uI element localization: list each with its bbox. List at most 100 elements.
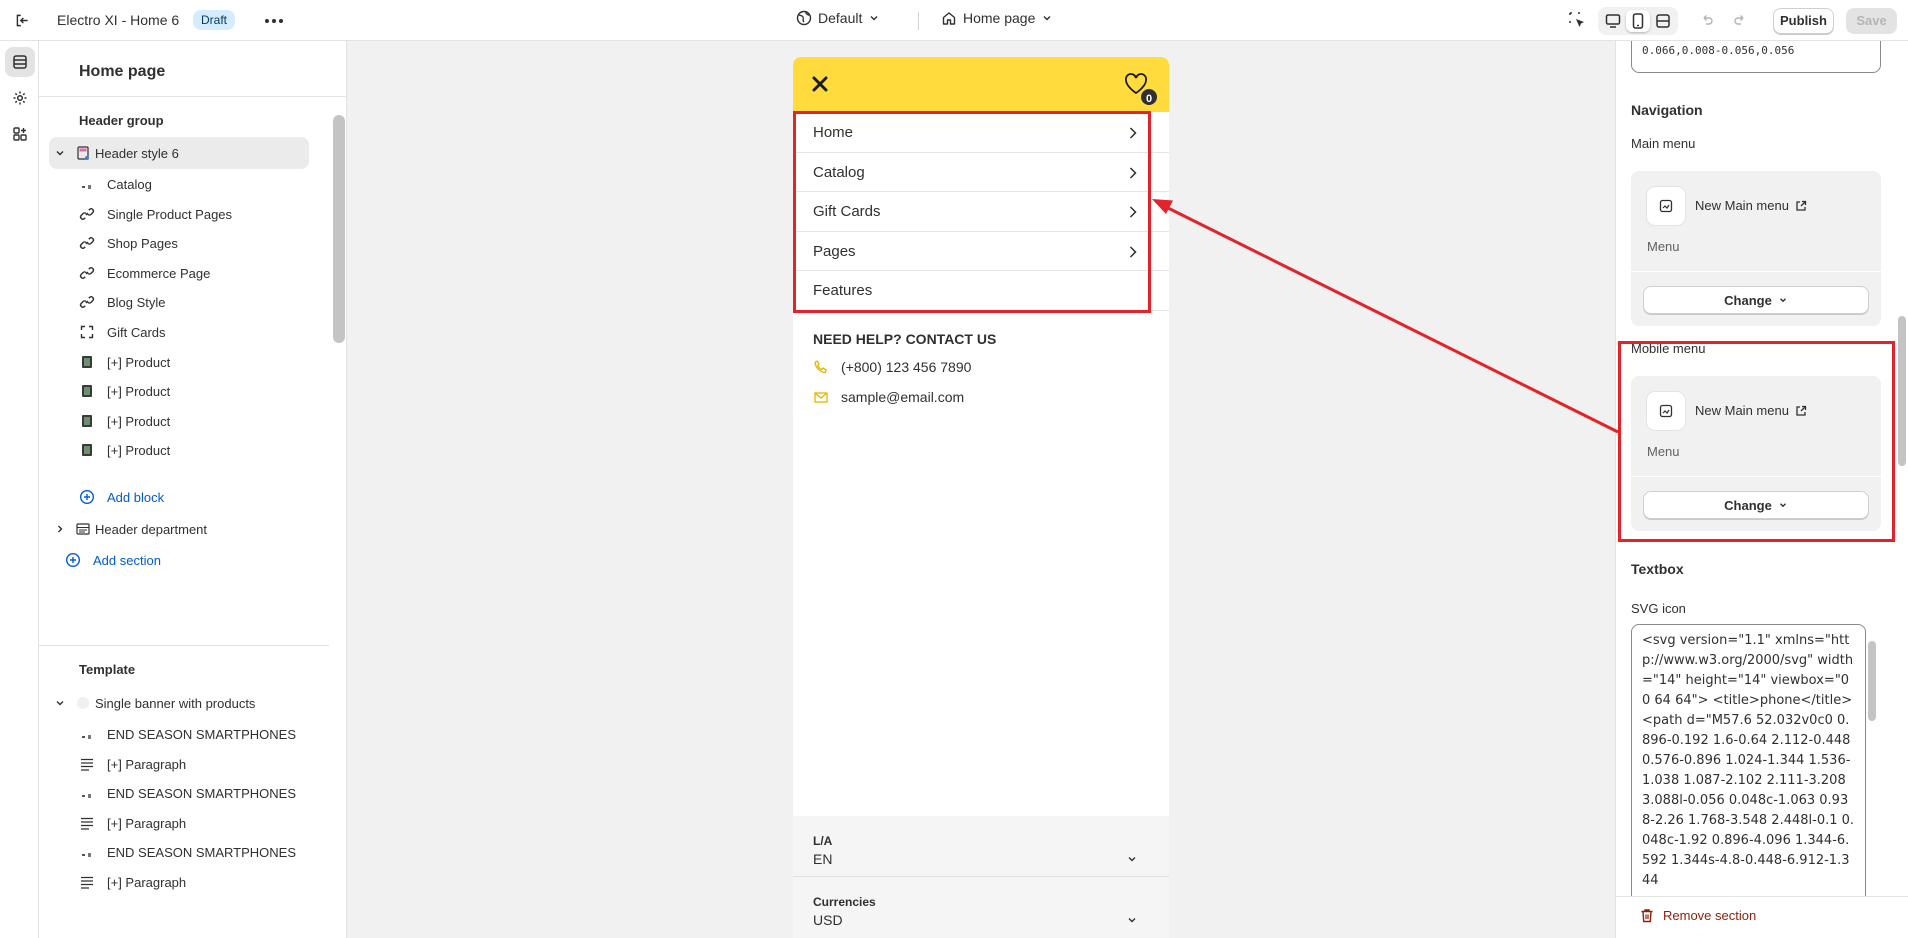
- mobile-menu-link[interactable]: New Main menu: [1695, 403, 1807, 418]
- divider: [39, 645, 329, 646]
- panel-scrollbar[interactable]: [1898, 316, 1906, 466]
- mobile-view-icon[interactable]: [1625, 10, 1650, 32]
- mobile-menu-item[interactable]: Catalog: [793, 153, 1169, 192]
- globe-icon: [796, 10, 812, 26]
- sections-icon[interactable]: [5, 47, 35, 77]
- contact-phone[interactable]: (+800) 123 456 7890: [813, 359, 971, 375]
- page-select-label: Home page: [963, 10, 1036, 26]
- chevron-right-icon[interactable]: [1127, 205, 1139, 219]
- sidebar-block-label: Gift Cards: [107, 325, 166, 340]
- page-title: Home page: [79, 63, 166, 80]
- image-thumb-icon: [79, 176, 95, 192]
- divider: [793, 876, 1169, 877]
- divider: [1631, 476, 1881, 477]
- language-select[interactable]: EN: [813, 851, 832, 867]
- mobile-menu-item[interactable]: Features: [793, 271, 1169, 311]
- drawer-header: 0: [793, 57, 1169, 112]
- sidebar-block-item[interactable]: END SEASON SMARTPHONES: [49, 777, 309, 809]
- sidebar-block-item[interactable]: Single Product Pages: [49, 198, 309, 230]
- section-header-department[interactable]: Header department: [49, 513, 309, 545]
- sidebar-block-item[interactable]: Ecommerce Page: [49, 257, 309, 289]
- section-header-style[interactable]: Header style 6: [49, 137, 309, 169]
- chevron-right-icon[interactable]: [53, 522, 67, 536]
- wishlist-count-badge: 0: [1139, 87, 1159, 107]
- save-button[interactable]: Save: [1846, 8, 1897, 34]
- mobile-menu-item-label: Gift Cards: [813, 203, 881, 220]
- paragraph-icon: [79, 815, 95, 831]
- mobile-menu-item[interactable]: Pages: [793, 232, 1169, 271]
- chevron-down-icon[interactable]: [53, 696, 67, 710]
- inspector-icon[interactable]: [1568, 11, 1586, 29]
- desktop-view-icon[interactable]: [1601, 10, 1625, 32]
- redo-icon[interactable]: [1733, 13, 1747, 27]
- sidebar-block-label: [+] Paragraph: [107, 875, 187, 890]
- add-section-button[interactable]: Add section: [49, 544, 309, 576]
- link-icon: [79, 265, 95, 281]
- sidebar-block-item[interactable]: Shop Pages: [49, 227, 309, 259]
- chevron-down-icon[interactable]: [53, 146, 67, 160]
- preview-canvas: 0 Home Catalog Gift Cards Pages Features NEE…: [347, 41, 1615, 938]
- language-label: L/A: [813, 834, 833, 848]
- code-textarea[interactable]: d="M56.514,0.712-0.054,0.065-0.066,0.008…: [1631, 41, 1881, 73]
- sidebar-block-item[interactable]: Gift Cards: [49, 316, 309, 348]
- settings-gear-icon[interactable]: [5, 83, 35, 113]
- sidebar-block-item[interactable]: [+] Product: [49, 434, 309, 466]
- sidebar-block-item[interactable]: [+] Paragraph: [49, 748, 309, 780]
- external-link-icon: [1796, 200, 1807, 211]
- sidebar-block-item[interactable]: [+] Paragraph: [49, 866, 309, 898]
- mobile-menu-item-label: Catalog: [813, 163, 865, 181]
- sidebar-block-label: Ecommerce Page: [107, 265, 211, 281]
- plus-circle-icon: [65, 552, 81, 568]
- divider: [39, 96, 346, 97]
- textarea-scrollbar[interactable]: [1868, 641, 1876, 721]
- theme-select-label: Default: [818, 10, 863, 26]
- sidebar-scrollbar-thumb[interactable]: [333, 115, 345, 343]
- more-actions-icon[interactable]: [265, 12, 285, 29]
- image-thumb-icon: [79, 785, 95, 801]
- contact-email[interactable]: sample@email.com: [813, 389, 964, 405]
- sidebar-block-item[interactable]: END SEASON SMARTPHONES: [49, 836, 309, 868]
- chevron-right-icon[interactable]: [1127, 166, 1139, 180]
- remove-section-label: Remove section: [1663, 908, 1757, 923]
- sidebar-block-item[interactable]: [+] Paragraph: [49, 807, 309, 839]
- currency-select[interactable]: USD: [813, 912, 843, 928]
- publish-button[interactable]: Publish: [1773, 8, 1834, 34]
- sidebar-block-label: [+] Paragraph: [107, 815, 187, 831]
- close-icon[interactable]: [811, 75, 829, 93]
- image-thumb-icon: [79, 844, 95, 860]
- main-menu-change-button[interactable]: Change: [1643, 286, 1869, 314]
- sidebar-block-label: END SEASON SMARTPHONES: [107, 845, 297, 861]
- sidebar-block-item[interactable]: END SEASON SMARTPHONES: [49, 718, 309, 750]
- mobile-menu-change-button[interactable]: Change: [1643, 491, 1869, 519]
- chevron-down-icon[interactable]: [1126, 853, 1138, 865]
- change-label: Change: [1724, 497, 1772, 513]
- svg-icon-textarea[interactable]: <svg version="1.1" xmlns="http://www.w3.…: [1631, 624, 1866, 914]
- sidebar-block-item[interactable]: Blog Style: [49, 286, 309, 318]
- chevron-down-icon[interactable]: [1126, 914, 1138, 926]
- template-title: Template: [79, 662, 136, 677]
- section-label: Header style 6: [95, 146, 179, 161]
- add-block-label: Add block: [107, 490, 165, 505]
- sidebar-block-item[interactable]: [+] Product: [49, 346, 309, 378]
- section-single-banner[interactable]: Single banner with products: [49, 687, 309, 719]
- mobile-menu-name: New Main menu: [1695, 403, 1789, 418]
- sidebar-block-label: [+] Product: [107, 354, 171, 370]
- fullwidth-view-icon[interactable]: [1651, 10, 1675, 32]
- exit-icon[interactable]: [14, 12, 31, 29]
- mobile-menu-item[interactable]: Home: [793, 113, 1169, 153]
- sidebar-block-label: [+] Product: [107, 384, 171, 400]
- sidebar-block-item[interactable]: Catalog: [49, 168, 309, 200]
- page-select[interactable]: Home page: [941, 10, 1053, 26]
- apps-icon[interactable]: [5, 119, 35, 149]
- theme-select[interactable]: Default: [796, 10, 880, 26]
- chevron-right-icon[interactable]: [1127, 126, 1139, 140]
- mobile-menu-item[interactable]: Gift Cards: [793, 192, 1169, 232]
- undo-icon[interactable]: [1700, 13, 1714, 27]
- add-block-button[interactable]: Add block: [49, 481, 309, 513]
- chevron-right-icon[interactable]: [1127, 245, 1139, 259]
- sidebar-block-item[interactable]: [+] Product: [49, 405, 309, 437]
- remove-section-button[interactable]: Remove section: [1640, 908, 1756, 923]
- main-menu-link[interactable]: New Main menu: [1695, 198, 1807, 213]
- navigation-heading: Navigation: [1631, 102, 1703, 118]
- sidebar-block-item[interactable]: [+] Product: [49, 375, 309, 407]
